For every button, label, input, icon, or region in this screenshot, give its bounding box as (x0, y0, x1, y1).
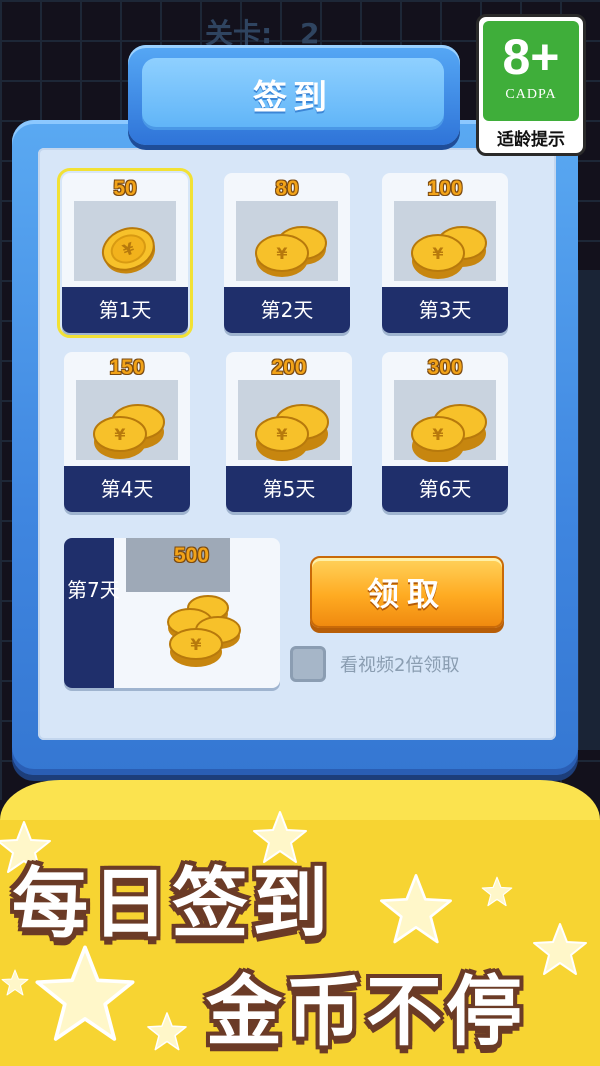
promo-headline-1: 每日签到 (12, 859, 332, 948)
coin-pile-icon: ¥ (167, 595, 241, 667)
day-card-4[interactable]: 150 ¥ 第4天 (64, 352, 190, 512)
coin-stack-icon: ¥ (411, 404, 487, 462)
day-label: 第6天 (382, 466, 508, 512)
star-icon (35, 945, 135, 1041)
video-double-label: 看视频2倍领取 (340, 655, 460, 676)
coin-stack-icon: ¥ (411, 226, 487, 279)
day-card-1[interactable]: 50 ¥ 第1天 (57, 168, 193, 338)
day-label: 第5天 (226, 466, 352, 512)
reward-amount: 150 (109, 356, 145, 379)
day-card-6[interactable]: 300 ¥ 第6天 (382, 352, 508, 512)
day-card-7[interactable]: 第7天 500 ¥ (64, 538, 280, 688)
coin-icon: ¥ (101, 227, 156, 274)
day-card-3[interactable]: 100 ¥ 第3天 (382, 173, 508, 333)
star-icon (147, 1012, 187, 1051)
reward-amount: 200 (271, 356, 307, 379)
day-label: 第3天 (382, 287, 508, 333)
svg-text:¥: ¥ (276, 244, 287, 263)
age-rating-badge: 8+ CADPA 适龄提示 (476, 14, 586, 156)
claim-button[interactable]: 领取 (310, 556, 504, 628)
coin-stack-icon: ¥ (255, 226, 327, 277)
age-rating-panel: 8+ CADPA (483, 21, 579, 121)
reward-amount: 500 (174, 544, 210, 567)
reward-amount: 50 (113, 177, 137, 200)
coin-stack-icon: ¥ (255, 404, 329, 461)
video-double-option[interactable]: 看视频2倍领取 (290, 646, 459, 682)
svg-text:¥: ¥ (276, 425, 287, 444)
day-card-5[interactable]: 200 ¥ 第5天 (226, 352, 352, 512)
age-rating-org: CADPA (505, 87, 557, 102)
star-icon (533, 923, 587, 975)
day-label: 第7天 (67, 578, 120, 602)
age-rating-hint: 适龄提示 (497, 130, 565, 150)
star-icon (481, 876, 513, 907)
svg-text:¥: ¥ (432, 425, 443, 444)
svg-text:¥: ¥ (432, 244, 443, 263)
reward-amount: 300 (427, 356, 463, 379)
coin-stack-icon: ¥ (93, 404, 165, 459)
reward-amount: 80 (275, 177, 299, 200)
day-label: 第2天 (224, 287, 350, 333)
day7-side-band (64, 538, 114, 688)
day-label: 第4天 (64, 466, 190, 512)
reward-amount: 100 (427, 177, 463, 200)
age-rating-number: 8+ (502, 29, 560, 85)
day-card-2[interactable]: 80 ¥ 第2天 (224, 173, 350, 333)
day-label: 第1天 (62, 287, 188, 333)
background-side-panel (576, 270, 600, 750)
dialog-title: 签到 (142, 58, 444, 130)
star-icon (380, 874, 452, 944)
dialog-title-text: 签到 (253, 77, 333, 118)
promo-headline-2: 金币不停 (206, 967, 526, 1056)
svg-text:¥: ¥ (114, 425, 125, 444)
star-icon (1, 969, 29, 996)
claim-button-label: 领取 (366, 575, 447, 613)
svg-text:¥: ¥ (190, 635, 201, 654)
video-double-checkbox[interactable] (290, 646, 326, 682)
